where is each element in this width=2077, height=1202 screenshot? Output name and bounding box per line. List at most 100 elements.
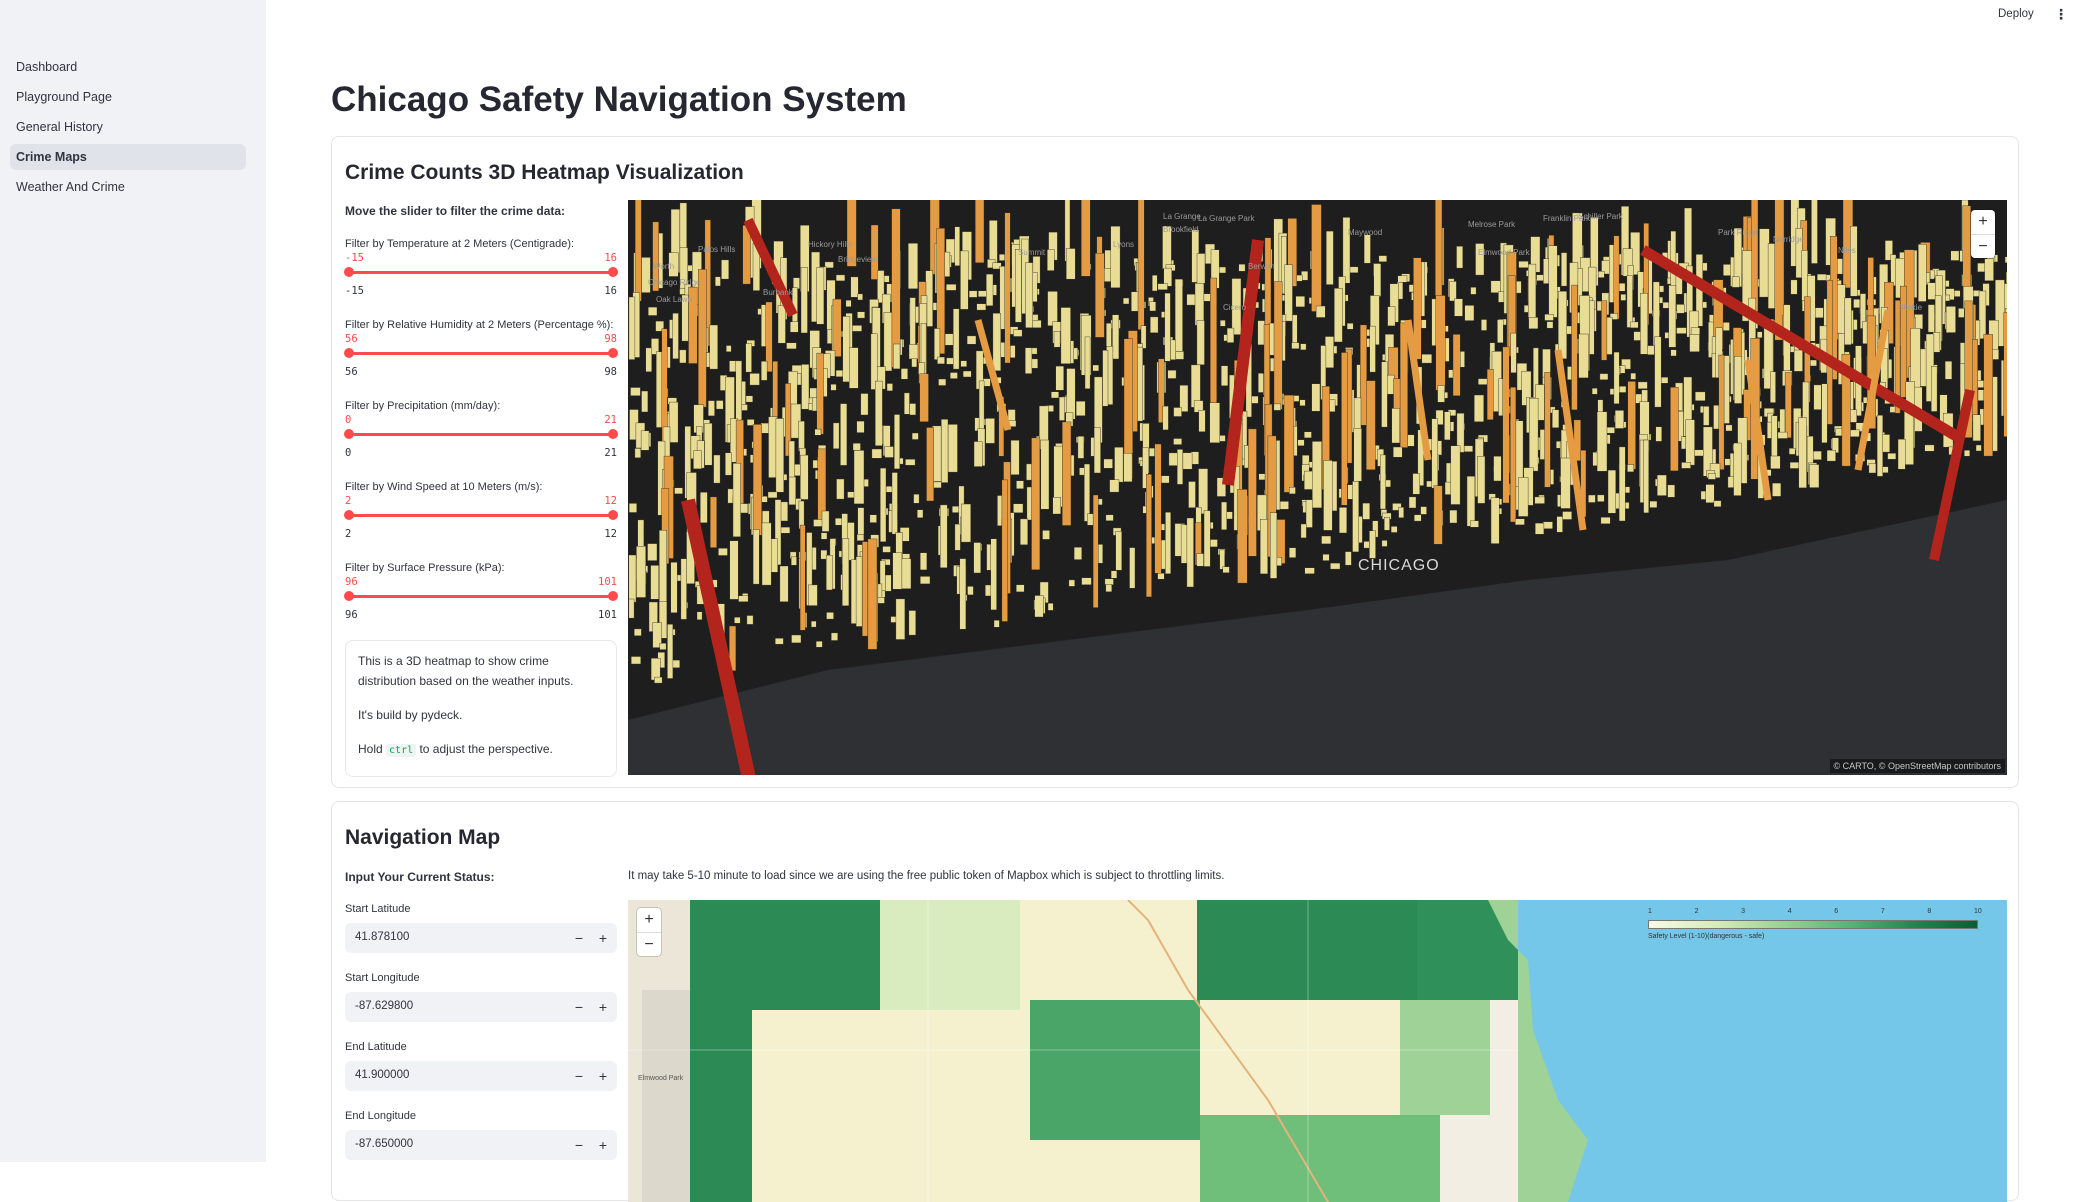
zoom-out-button[interactable]: − bbox=[1971, 234, 1995, 258]
crime-column bbox=[1822, 384, 1828, 443]
wind-speed-slider[interactable]: Filter by Wind Speed at 10 Meters (m/s):… bbox=[345, 481, 617, 553]
crime-column bbox=[762, 523, 771, 585]
field-label: Start Latitude bbox=[345, 903, 410, 915]
zoom-in-button[interactable]: + bbox=[637, 908, 661, 932]
sidebar-item-weather-and-crime[interactable]: Weather And Crime bbox=[10, 174, 246, 200]
end-latitude-input[interactable]: 41.900000 − + bbox=[345, 1061, 617, 1091]
zoom-in-button[interactable]: + bbox=[1971, 210, 1995, 234]
crime-column bbox=[1597, 495, 1604, 502]
crime-3d-heatmap[interactable]: CHICAGO Palos HillsHickory HillsWorthChi… bbox=[628, 200, 2007, 775]
slider-high-handle[interactable] bbox=[608, 510, 618, 520]
deploy-button[interactable]: Deploy bbox=[1998, 8, 2034, 20]
sidebar-item-crime-maps[interactable]: Crime Maps bbox=[10, 144, 246, 170]
crime-column bbox=[1491, 281, 1501, 293]
sidebar: Dashboard Playground Page General Histor… bbox=[0, 0, 266, 1162]
heatmap-canvas[interactable]: CHICAGO bbox=[628, 200, 2007, 775]
slider-track[interactable] bbox=[345, 352, 617, 355]
slider-high-handle[interactable] bbox=[608, 348, 618, 358]
zoom-out-button[interactable]: − bbox=[637, 932, 661, 956]
slider-low-handle[interactable] bbox=[344, 348, 354, 358]
slider-label: Filter by Precipitation (mm/day): bbox=[345, 400, 500, 412]
crime-column bbox=[1374, 264, 1381, 297]
crime-column bbox=[1016, 481, 1023, 489]
crime-column bbox=[1670, 387, 1678, 471]
crime-column bbox=[1545, 314, 1554, 320]
crime-column bbox=[1363, 503, 1370, 519]
precipitation-slider[interactable]: Filter by Precipitation (mm/day): 0 21 0… bbox=[345, 400, 617, 472]
slider-min-tick: 2 bbox=[345, 528, 351, 540]
crime-column bbox=[761, 423, 770, 433]
field-value[interactable]: 41.878100 bbox=[355, 931, 409, 943]
start-longitude-input[interactable]: -87.629800 − + bbox=[345, 992, 617, 1022]
field-label: End Longitude bbox=[345, 1110, 416, 1122]
decrement-button[interactable]: − bbox=[569, 996, 589, 1018]
sidebar-item-playground-page[interactable]: Playground Page bbox=[10, 84, 246, 110]
crime-column bbox=[634, 629, 641, 636]
crime-column bbox=[746, 396, 753, 402]
slider-track[interactable] bbox=[345, 271, 617, 274]
slider-track[interactable] bbox=[345, 433, 617, 436]
sidebar-item-general-history[interactable]: General History bbox=[10, 114, 246, 140]
slider-track[interactable] bbox=[345, 514, 617, 517]
slider-label: Filter by Surface Pressure (kPa): bbox=[345, 562, 505, 574]
increment-button[interactable]: + bbox=[593, 1134, 613, 1156]
crime-column bbox=[1292, 343, 1300, 349]
navigation-map[interactable]: Elmwood Park + − 123467810 Safety Level … bbox=[628, 900, 2007, 1202]
start-latitude-input[interactable]: 41.878100 − + bbox=[345, 923, 617, 953]
crime-column bbox=[1734, 443, 1742, 496]
crime-column bbox=[1694, 450, 1703, 456]
crime-column bbox=[1453, 334, 1460, 395]
temperature-slider[interactable]: Filter by Temperature at 2 Meters (Centi… bbox=[345, 238, 617, 310]
crime-column bbox=[1465, 305, 1474, 320]
legend-tick: 10 bbox=[1974, 908, 1982, 915]
crime-column bbox=[1684, 208, 1691, 270]
slider-label: Filter by Relative Humidity at 2 Meters … bbox=[345, 319, 613, 331]
crime-column bbox=[1701, 491, 1706, 499]
sidebar-item-dashboard[interactable]: Dashboard bbox=[10, 54, 246, 80]
increment-button[interactable]: + bbox=[593, 1065, 613, 1087]
crime-column bbox=[1095, 253, 1104, 337]
slider-low-handle[interactable] bbox=[344, 429, 354, 439]
decrement-button[interactable]: − bbox=[569, 1065, 589, 1087]
increment-button[interactable]: + bbox=[593, 996, 613, 1018]
increment-button[interactable]: + bbox=[593, 927, 613, 949]
crime-column bbox=[726, 346, 731, 352]
crime-column bbox=[1238, 489, 1248, 583]
crime-column bbox=[1891, 255, 1896, 286]
crime-column bbox=[1561, 253, 1567, 287]
crime-column bbox=[1069, 580, 1075, 587]
decrement-button[interactable]: − bbox=[569, 1134, 589, 1156]
slider-low-handle[interactable] bbox=[344, 267, 354, 277]
slider-high-handle[interactable] bbox=[608, 591, 618, 601]
crime-column bbox=[1399, 507, 1404, 517]
field-value[interactable]: -87.629800 bbox=[355, 1000, 413, 1012]
slider-track[interactable] bbox=[345, 595, 617, 598]
slider-low-handle[interactable] bbox=[344, 510, 354, 520]
crime-column bbox=[892, 473, 898, 535]
decrement-button[interactable]: − bbox=[569, 927, 589, 949]
crime-column bbox=[833, 299, 841, 357]
surface-pressure-slider[interactable]: Filter by Surface Pressure (kPa): 96 101… bbox=[345, 562, 617, 634]
slider-low-value: 96 bbox=[345, 576, 358, 588]
place-label: Elmwood Park bbox=[1478, 248, 1530, 257]
slider-low-handle[interactable] bbox=[344, 591, 354, 601]
crime-column bbox=[846, 300, 851, 307]
crime-column bbox=[734, 617, 740, 623]
field-value[interactable]: 41.900000 bbox=[355, 1069, 409, 1081]
humidity-slider[interactable]: Filter by Relative Humidity at 2 Meters … bbox=[345, 319, 617, 391]
map-attribution[interactable]: © CARTO, © OpenStreetMap contributors bbox=[1830, 759, 2006, 773]
safety-choropleth[interactable] bbox=[628, 900, 2007, 1202]
place-label: Cicero bbox=[1223, 303, 1246, 312]
end-longitude-input[interactable]: -87.650000 − + bbox=[345, 1130, 617, 1160]
crime-column bbox=[1945, 361, 1952, 379]
slider-high-handle[interactable] bbox=[608, 429, 618, 439]
kebab-menu-icon[interactable]: ⋮ bbox=[2054, 6, 2068, 23]
crime-column bbox=[1270, 513, 1277, 579]
start-longitude-field: Start Longitude -87.629800 − + bbox=[345, 972, 617, 1036]
crime-column bbox=[831, 384, 837, 390]
field-value[interactable]: -87.650000 bbox=[355, 1138, 413, 1150]
crime-column bbox=[1026, 464, 1031, 480]
slider-high-handle[interactable] bbox=[608, 267, 618, 277]
ctrl-key-code: ctrl bbox=[386, 744, 416, 757]
crime-column bbox=[1734, 356, 1742, 403]
